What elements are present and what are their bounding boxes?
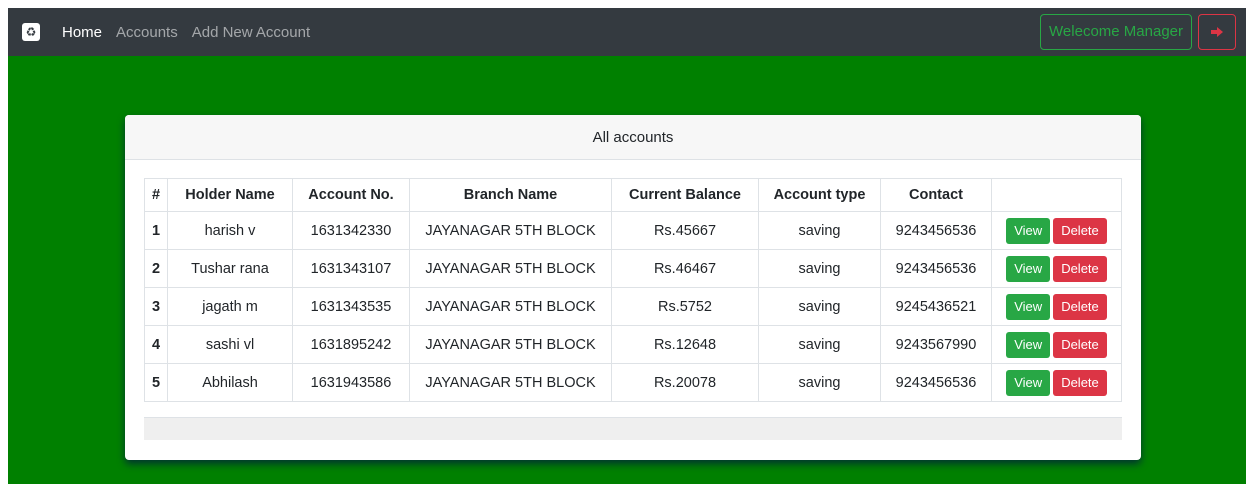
account-no-cell: 1631343107 — [292, 249, 410, 288]
row-index: 4 — [144, 325, 168, 364]
actions-cell: View Delete — [991, 211, 1122, 250]
navbar-right: Welecome Manager — [1040, 14, 1236, 50]
column-header-contact: Contact — [880, 178, 992, 212]
delete-button[interactable]: Delete — [1053, 331, 1107, 358]
branch-name-cell: JAYANAGAR 5TH BLOCK — [409, 363, 612, 402]
delete-button[interactable]: Delete — [1053, 369, 1107, 396]
accounts-table: # Holder Name Account No. Branch Name Cu… — [144, 178, 1122, 402]
contact-cell: 9243567990 — [880, 325, 992, 364]
card-title: All accounts — [125, 115, 1141, 160]
nav-link-add-new-account[interactable]: Add New Account — [192, 24, 310, 41]
account-type-cell: saving — [758, 211, 881, 250]
column-header-account-no: Account No. — [292, 178, 410, 212]
branch-name-cell: JAYANAGAR 5TH BLOCK — [409, 211, 612, 250]
contact-cell: 9245436521 — [880, 287, 992, 326]
current-balance-cell: Rs.5752 — [611, 287, 759, 326]
table-header-row: # Holder Name Account No. Branch Name Cu… — [144, 178, 1122, 212]
current-balance-cell: Rs.12648 — [611, 325, 759, 364]
account-no-cell: 1631943586 — [292, 363, 410, 402]
view-button[interactable]: View — [1006, 217, 1051, 244]
actions-cell: View Delete — [991, 363, 1122, 402]
column-header-actions — [991, 178, 1122, 212]
row-index: 1 — [144, 211, 168, 250]
row-index: 2 — [144, 249, 168, 288]
view-button[interactable]: View — [1006, 255, 1051, 282]
account-type-cell: saving — [758, 363, 881, 402]
delete-button[interactable]: Delete — [1053, 217, 1107, 244]
branch-name-cell: JAYANAGAR 5TH BLOCK — [409, 325, 612, 364]
holder-name-cell: jagath m — [167, 287, 293, 326]
row-index: 3 — [144, 287, 168, 326]
column-header-branch-name: Branch Name — [409, 178, 612, 212]
branch-name-cell: JAYANAGAR 5TH BLOCK — [409, 287, 612, 326]
view-button[interactable]: View — [1006, 293, 1051, 320]
table-row: 5 Abhilash 1631943586 JAYANAGAR 5TH BLOC… — [144, 363, 1122, 402]
column-header-account-type: Account type — [758, 178, 881, 212]
brand-logo-icon[interactable]: ♻ — [22, 23, 40, 41]
column-header-current-balance: Current Balance — [611, 178, 759, 212]
top-navbar: ♻ Home Accounts Add New Account Welecome… — [8, 8, 1246, 56]
account-type-cell: saving — [758, 325, 881, 364]
table-row: 3 jagath m 1631343535 JAYANAGAR 5TH BLOC… — [144, 287, 1122, 326]
actions-cell: View Delete — [991, 287, 1122, 326]
view-button[interactable]: View — [1006, 369, 1051, 396]
account-no-cell: 1631343535 — [292, 287, 410, 326]
welcome-manager-button[interactable]: Welecome Manager — [1040, 14, 1192, 50]
nav-link-accounts[interactable]: Accounts — [116, 24, 178, 41]
column-header-holder-name: Holder Name — [167, 178, 293, 212]
row-index: 5 — [144, 363, 168, 402]
holder-name-cell: Abhilash — [167, 363, 293, 402]
holder-name-cell: sashi vl — [167, 325, 293, 364]
account-type-cell: saving — [758, 249, 881, 288]
current-balance-cell: Rs.45667 — [611, 211, 759, 250]
holder-name-cell: Tushar rana — [167, 249, 293, 288]
delete-button[interactable]: Delete — [1053, 293, 1107, 320]
delete-button[interactable]: Delete — [1053, 255, 1107, 282]
column-header-index: # — [144, 178, 168, 212]
nav-link-home[interactable]: Home — [62, 24, 102, 41]
logout-button[interactable] — [1198, 14, 1236, 50]
sign-out-icon — [1211, 27, 1223, 37]
view-button[interactable]: View — [1006, 331, 1051, 358]
table-row: 2 Tushar rana 1631343107 JAYANAGAR 5TH B… — [144, 249, 1122, 288]
actions-cell: View Delete — [991, 325, 1122, 364]
current-balance-cell: Rs.46467 — [611, 249, 759, 288]
account-type-cell: saving — [758, 287, 881, 326]
table-footer-bar — [144, 417, 1122, 440]
all-accounts-card: All accounts # Holder Name Account No. B… — [125, 115, 1141, 460]
table-row: 4 sashi vl 1631895242 JAYANAGAR 5TH BLOC… — [144, 325, 1122, 364]
contact-cell: 9243456536 — [880, 211, 992, 250]
account-no-cell: 1631342330 — [292, 211, 410, 250]
holder-name-cell: harish v — [167, 211, 293, 250]
branch-name-cell: JAYANAGAR 5TH BLOCK — [409, 249, 612, 288]
contact-cell: 9243456536 — [880, 363, 992, 402]
account-no-cell: 1631895242 — [292, 325, 410, 364]
table-row: 1 harish v 1631342330 JAYANAGAR 5TH BLOC… — [144, 211, 1122, 250]
current-balance-cell: Rs.20078 — [611, 363, 759, 402]
contact-cell: 9243456536 — [880, 249, 992, 288]
actions-cell: View Delete — [991, 249, 1122, 288]
